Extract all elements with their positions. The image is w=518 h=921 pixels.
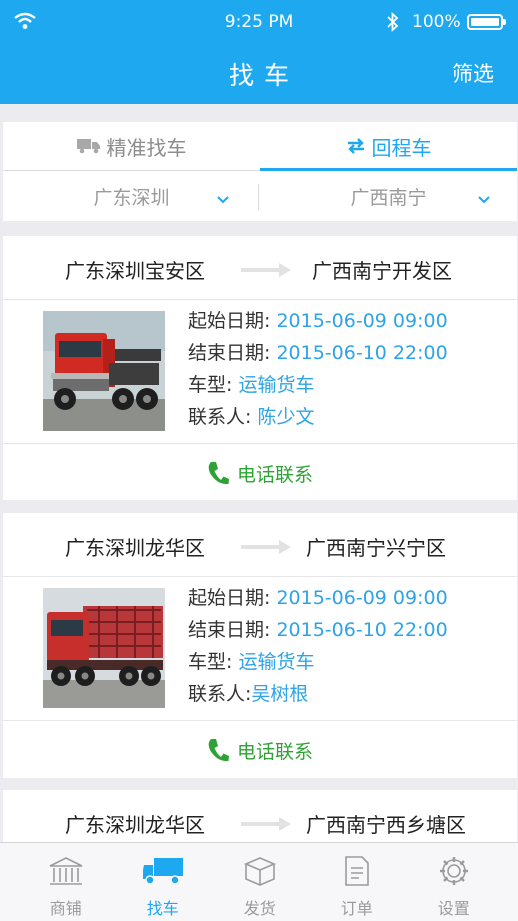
document-icon <box>305 853 409 889</box>
tab-precise-search[interactable]: 精准找车 <box>3 122 260 170</box>
divider <box>258 184 259 210</box>
contact-row: 联系人: 陈少文 <box>188 401 448 433</box>
listing-info: 起始日期: 2015-06-09 09:00 结束日期: 2015-06-10 … <box>188 582 448 710</box>
truck-type-value: 运输货车 <box>238 651 315 673</box>
contact-label: 联系人: <box>188 406 258 428</box>
route-row: 广东深圳龙华区 广西南宁兴宁区 <box>3 513 517 577</box>
truck-type-row: 车型: 运输货车 <box>188 646 448 678</box>
status-bar: 9:25 PM 100% <box>0 0 518 44</box>
battery-icon <box>467 14 506 30</box>
contact-row: 联系人:吴树根 <box>188 678 448 710</box>
truck-type-value: 运输货车 <box>238 374 315 396</box>
route-row: 广东深圳龙华区 广西南宁西乡塘区 <box>3 790 517 842</box>
truck-icon <box>76 138 101 154</box>
tabbar-item-ship[interactable]: 发货 <box>208 843 312 921</box>
chevron-down-icon <box>216 190 230 209</box>
swap-icon <box>346 137 366 155</box>
tabbar-label: 设置 <box>437 899 470 918</box>
listing-card[interactable]: 广东深圳龙华区 广西南宁兴宁区 起始日期: 2015-06-09 09:00 结… <box>3 513 517 778</box>
route-from: 广东深圳龙华区 <box>65 536 205 560</box>
gear-icon <box>402 853 506 889</box>
end-date-label: 结束日期: <box>188 619 277 641</box>
battery-percent: 100% <box>412 12 461 32</box>
tabbar-item-orders[interactable]: 订单 <box>305 843 409 921</box>
call-button[interactable]: 电话联系 <box>3 720 517 779</box>
nav-bar: 找车 筛选 <box>0 44 518 104</box>
shop-icon <box>14 853 118 889</box>
route-to: 广西南宁西乡塘区 <box>306 813 466 837</box>
start-date-label: 起始日期: <box>188 310 277 332</box>
route-to: 广西南宁兴宁区 <box>306 536 446 560</box>
chevron-down-icon <box>477 190 491 209</box>
tabbar-label: 订单 <box>340 899 373 918</box>
arrow-icon <box>241 816 291 835</box>
call-label: 电话联系 <box>236 740 313 763</box>
contact-value: 陈少文 <box>257 406 315 428</box>
route-from: 广东深圳龙华区 <box>65 813 205 837</box>
start-date-row: 起始日期: 2015-06-09 09:00 <box>188 582 448 614</box>
start-date-label: 起始日期: <box>188 587 277 609</box>
start-date-row: 起始日期: 2015-06-09 09:00 <box>188 305 448 337</box>
call-button[interactable]: 电话联系 <box>3 443 517 502</box>
origin-select[interactable]: 广东深圳 <box>3 171 260 221</box>
listing-card[interactable]: 广东深圳宝安区 广西南宁开发区 起始日期: 2015-06-09 09:00 结… <box>3 236 517 500</box>
destination-select[interactable]: 广西南宁 <box>260 171 517 221</box>
bluetooth-icon <box>387 11 399 36</box>
end-date-value: 2015-06-10 22:00 <box>276 619 448 641</box>
listing-card[interactable]: 广东深圳龙华区 广西南宁西乡塘区 <box>3 790 517 842</box>
tabbar-label: 找车 <box>146 899 179 918</box>
box-icon <box>208 853 312 889</box>
truck-type-label: 车型: <box>188 374 239 396</box>
listing-info: 起始日期: 2015-06-09 09:00 结束日期: 2015-06-10 … <box>188 305 448 433</box>
route-row: 广东深圳宝安区 广西南宁开发区 <box>3 236 517 300</box>
tabbar-item-settings[interactable]: 设置 <box>402 843 506 921</box>
page-title: 找车 <box>228 61 299 90</box>
route-selectors: 广东深圳 广西南宁 <box>3 171 517 221</box>
route-from: 广东深圳宝安区 <box>65 259 205 283</box>
end-date-row: 结束日期: 2015-06-10 22:00 <box>188 614 448 646</box>
phone-icon <box>208 739 229 762</box>
contact-value: 吴树根 <box>251 683 309 705</box>
tabbar-item-shop[interactable]: 商铺 <box>14 843 118 921</box>
tab-return-truck[interactable]: 回程车 <box>260 122 517 171</box>
truck-type-label: 车型: <box>188 651 239 673</box>
filter-button[interactable]: 筛选 <box>452 58 494 88</box>
mode-tabs: 精准找车 回程车 <box>3 122 517 171</box>
start-date-value: 2015-06-09 09:00 <box>276 310 448 332</box>
contact-label: 联系人: <box>188 683 252 705</box>
call-label: 电话联系 <box>236 463 313 486</box>
start-date-value: 2015-06-09 09:00 <box>276 587 448 609</box>
phone-icon <box>208 462 229 485</box>
truck-photo <box>43 311 165 431</box>
tab-label: 精准找车 <box>106 135 187 160</box>
arrow-icon <box>241 262 291 281</box>
truck-photo <box>43 588 165 708</box>
arrow-icon <box>241 539 291 558</box>
tabbar-label: 商铺 <box>49 899 82 918</box>
truck-type-row: 车型: 运输货车 <box>188 369 448 401</box>
tab-label: 回程车 <box>371 135 432 160</box>
route-to: 广西南宁开发区 <box>312 259 452 283</box>
end-date-row: 结束日期: 2015-06-10 22:00 <box>188 337 448 369</box>
bottom-tab-bar: 商铺 找车 发货 订单 设置 <box>0 842 518 921</box>
truck-icon <box>111 853 215 889</box>
end-date-label: 结束日期: <box>188 342 277 364</box>
tabbar-item-find-truck[interactable]: 找车 <box>111 843 215 921</box>
end-date-value: 2015-06-10 22:00 <box>276 342 448 364</box>
tabbar-label: 发货 <box>243 899 276 918</box>
